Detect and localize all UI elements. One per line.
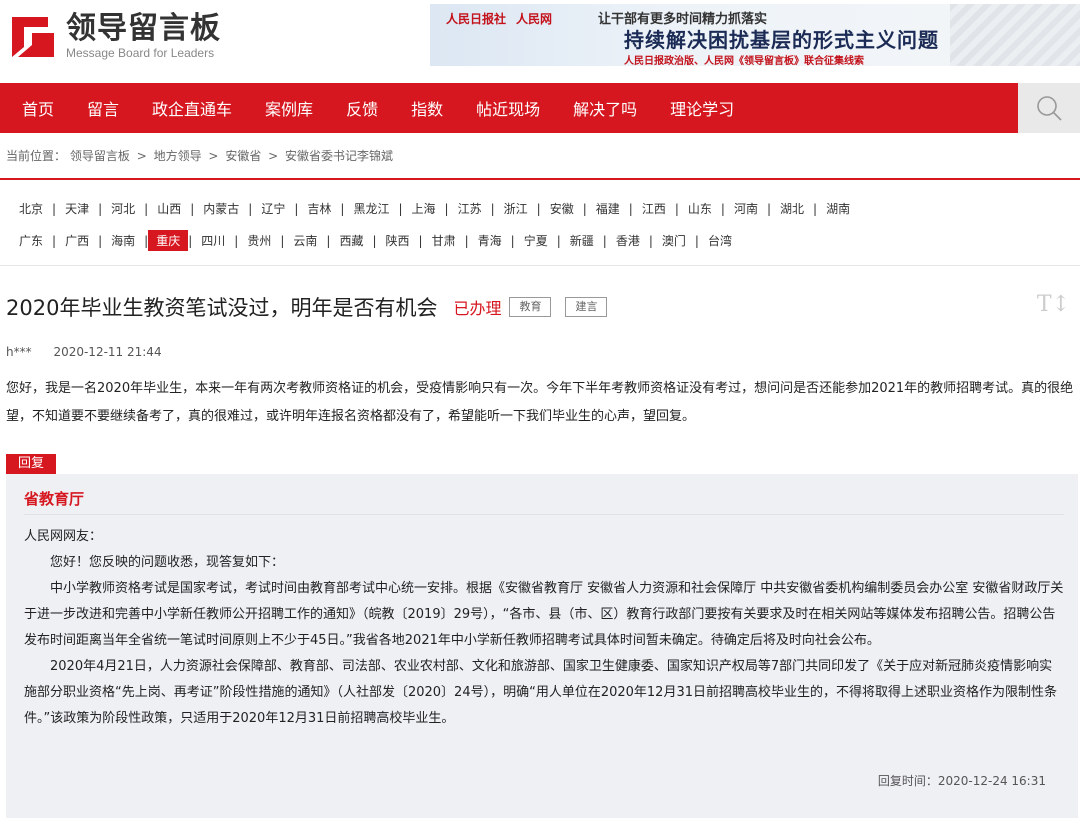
region-item[interactable]: 陕西 — [377, 232, 419, 249]
region-item[interactable]: 黑龙江 — [344, 200, 398, 217]
region-item[interactable]: 香港 — [607, 232, 649, 249]
region-item[interactable]: 重庆 — [148, 230, 189, 251]
post-date: 2020-12-11 21:44 — [53, 345, 162, 359]
people-cn-logo: 人民网 — [516, 12, 553, 26]
region-item[interactable]: 广西 — [56, 232, 98, 249]
region-item[interactable]: 海南 — [102, 232, 144, 249]
post-meta: h*** 2020-12-11 21:44 — [6, 345, 162, 359]
search-icon — [1037, 96, 1062, 121]
region-row: 北京 | 天津 | 河北 | 山西 | 内蒙古 | 辽宁 | 吉林 | 黑龙江 | 上海 | 江苏 | 浙江 | 安徽 | 福建… — [10, 200, 859, 217]
region-item[interactable]: 四川 — [192, 232, 234, 249]
region-item[interactable]: 内蒙古 — [194, 200, 248, 217]
region-item[interactable]: 青海 — [469, 232, 511, 249]
nav-item-feedback[interactable]: 反馈 — [346, 96, 378, 120]
banner-line-3: 人民日报政治版、人民网《领导留言板》联合征集线索 — [624, 56, 864, 66]
region-item[interactable]: 新疆 — [561, 232, 603, 249]
region-row: 广东 | 广西 | 海南 | 重庆 | 四川 | 贵州 | 云南 | 西藏 | 陕西 | 甘肃 | 青海 | 宁夏 | 新疆 | 香… — [10, 230, 741, 251]
region-item[interactable]: 宁夏 — [515, 232, 557, 249]
nav-item-enterprise[interactable]: 政企直通车 — [152, 96, 232, 120]
region-item[interactable]: 云南 — [284, 232, 326, 249]
region-item[interactable]: 贵州 — [238, 232, 280, 249]
region-item[interactable]: 江苏 — [449, 200, 491, 217]
nav-item-theory[interactable]: 理论学习 — [670, 96, 734, 120]
region-item[interactable]: 浙江 — [495, 200, 537, 217]
region-item[interactable]: 台湾 — [699, 232, 741, 249]
reply-paragraph: 中小学教师资格考试是国家考试，考试时间由教育部考试中心统一安排。根据《安徽省教育… — [24, 581, 1064, 648]
reply-greeting: 人民网网友： — [24, 529, 103, 544]
region-item[interactable]: 西藏 — [330, 232, 372, 249]
nav-item-resolved[interactable]: 解决了吗 — [573, 96, 637, 120]
breadcrumb-prefix: 当前位置： — [6, 149, 67, 163]
reply-label: 回复 — [6, 454, 57, 474]
region-item[interactable]: 辽宁 — [252, 200, 294, 217]
main-nav: 首页 留言 政企直通车 案例库 反馈 指数 帖近现场 解决了吗 理论学习 — [0, 83, 1080, 133]
breadcrumb-item[interactable]: 安徽省 — [225, 149, 261, 163]
breadcrumb-separator: > — [208, 149, 219, 163]
region-item[interactable]: 北京 — [10, 200, 52, 217]
region-item[interactable]: 江西 — [633, 200, 675, 217]
region-item[interactable]: 山西 — [148, 200, 190, 217]
banner-decoration — [950, 4, 1080, 66]
logo-title: 领导留言板 — [66, 11, 221, 46]
region-item[interactable]: 安徽 — [541, 200, 583, 217]
region-item[interactable]: 吉林 — [298, 200, 340, 217]
nav-item-home[interactable]: 首页 — [22, 96, 54, 120]
region-item[interactable]: 湖南 — [817, 200, 859, 217]
search-button[interactable] — [1018, 83, 1080, 133]
nav-item-message[interactable]: 留言 — [87, 96, 119, 120]
reply-time: 回复时间：2020-12-24 16:31 — [877, 774, 1046, 788]
post-title: 2020年毕业生教资笔试没过，明年是否有机会 — [6, 296, 438, 320]
reply-organization: 省教育厅 — [24, 490, 85, 508]
breadcrumb: 当前位置： 领导留言板 > 地方领导 > 安徽省 > 安徽省委书记李锦斌 — [6, 147, 393, 164]
region-selector: 北京 | 天津 | 河北 | 山西 | 内蒙古 | 辽宁 | 吉林 | 黑龙江 | 上海 | 江苏 | 浙江 | 安徽 | 福建… — [0, 178, 1080, 266]
divider — [24, 514, 1064, 515]
banner-headline: 持续解决困扰基层的形式主义问题 — [624, 28, 939, 52]
breadcrumb-item[interactable]: 安徽省委书记李锦斌 — [285, 149, 393, 163]
region-item[interactable]: 澳门 — [653, 232, 695, 249]
font-size-icon[interactable]: T↕ — [1037, 292, 1070, 317]
nav-item-index[interactable]: 指数 — [411, 96, 443, 120]
region-item[interactable]: 湖北 — [771, 200, 813, 217]
region-item[interactable]: 天津 — [56, 200, 98, 217]
region-item[interactable]: 福建 — [587, 200, 629, 217]
breadcrumb-separator: > — [136, 149, 147, 163]
post-header: 2020年毕业生教资笔试没过，明年是否有机会 已办理 教育 建言 — [6, 292, 608, 322]
tag-suggestion[interactable]: 建言 — [565, 297, 608, 317]
logo-subtitle: Message Board for Leaders — [66, 46, 215, 60]
reply-paragraph: 您好！您反映的问题收悉，现答复如下： — [50, 555, 285, 570]
breadcrumb-separator: > — [268, 149, 279, 163]
region-item[interactable]: 河北 — [102, 200, 144, 217]
reply-content: 人民网网友： 您好！您反映的问题收悉，现答复如下： 中小学教师资格考试是国家考试… — [24, 524, 1064, 732]
region-item[interactable]: 上海 — [403, 200, 445, 217]
breadcrumb-item[interactable]: 地方领导 — [154, 149, 202, 163]
post-author: h*** — [6, 345, 32, 359]
reply-paragraph: 2020年4月21日，人力资源社会保障部、教育部、司法部、农业农村部、文化和旅游… — [24, 659, 1057, 726]
logo-mark-icon — [8, 13, 58, 59]
nav-item-cases[interactable]: 案例库 — [265, 96, 313, 120]
region-item[interactable]: 山东 — [679, 200, 721, 217]
top-banner[interactable]: 人民日报社 人民网 让干部有更多时间精力抓落实 持续解决困扰基层的形式主义问题 … — [430, 4, 1080, 66]
peoples-daily-logo: 人民日报社 — [446, 12, 507, 26]
breadcrumb-item[interactable]: 领导留言板 — [70, 149, 130, 163]
post-body: 您好，我是一名2020年毕业生，本来一年有两次考教师资格证的机会，受疫情影响只有… — [6, 381, 1074, 424]
status-badge: 已办理 — [453, 299, 502, 318]
site-header: 领导留言板 Message Board for Leaders 人民日报社 人民… — [0, 0, 1080, 80]
reply-box: 省教育厅 人民网网友： 您好！您反映的问题收悉，现答复如下： 中小学教师资格考试… — [6, 474, 1078, 818]
region-item[interactable]: 河南 — [725, 200, 767, 217]
region-item[interactable]: 广东 — [10, 232, 52, 249]
region-item[interactable]: 甘肃 — [423, 232, 465, 249]
tag-education[interactable]: 教育 — [509, 297, 552, 317]
nav-item-onsite[interactable]: 帖近现场 — [476, 96, 540, 120]
site-logo[interactable]: 领导留言板 Message Board for Leaders — [8, 12, 221, 60]
